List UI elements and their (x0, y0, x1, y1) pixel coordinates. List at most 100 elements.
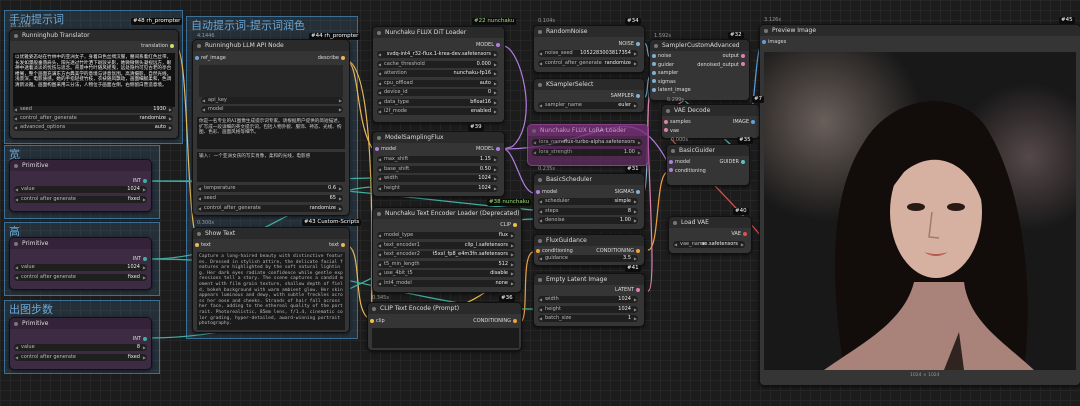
node-load-vae[interactable]: Load VAE VAE vae_nameae.safetensors (668, 216, 752, 254)
output-denoised-output[interactable]: denoised_output (697, 62, 747, 69)
input-ref-image[interactable]: ref_image (193, 55, 226, 62)
output-int[interactable]: INT (133, 178, 149, 185)
widget-model[interactable]: model (201, 106, 343, 113)
node-flux-guidance[interactable]: FluxGuidance conditioning CONDITIONING g… (533, 234, 645, 266)
widget-row[interactable]: height 1024 (377, 184, 498, 192)
node-model-sampling-flux[interactable]: ModelSamplingFlux model MODEL max_shift 1… (372, 131, 505, 197)
widget-row[interactable]: i2f_mode enabled (377, 108, 498, 115)
widget-row[interactable]: use_4bit_t5 disable (377, 270, 515, 277)
prompt-textarea[interactable]: 以优雅姿态站在竹林中的亚洲女子，身着白色丝绸汉服，腰间系着红色丝带，长发如瀑般垂… (13, 53, 175, 107)
widget-row[interactable]: lora_strength 1.00 (532, 148, 642, 156)
input-latent-image[interactable]: latent_image (650, 87, 691, 94)
widget-row[interactable]: data_type bfloat16 (377, 98, 498, 106)
widget-row[interactable]: scheduler simple (538, 198, 638, 205)
output-output[interactable]: output (723, 53, 748, 60)
node-primitive-width[interactable]: Primitive INT value 1024 control after ge… (9, 159, 152, 212)
input-samples[interactable]: samples (662, 119, 691, 126)
node-graph-canvas[interactable]: 手动提示词 自动提示词-提示词润色 宽 高 出图步数 #48 rh_prompt… (0, 0, 1080, 406)
input-noise[interactable]: noise (650, 53, 671, 60)
node-llm-api[interactable]: Runninghub LLM API Node ref_image descri… (192, 39, 350, 216)
widget-control-after-generate[interactable]: control after generate fixed (14, 354, 147, 361)
node-runninghub-translator[interactable]: Runninghub Translator translation 以优雅姿态站… (9, 29, 179, 139)
widget-api-key[interactable]: api_key (201, 97, 343, 104)
output-noise[interactable]: NOISE (619, 41, 642, 48)
input-model[interactable]: model (667, 159, 691, 166)
output-image[interactable]: IMAGE (733, 119, 757, 126)
widget-row[interactable]: guidance 3.5 (538, 255, 638, 262)
input-model[interactable]: model (534, 189, 558, 196)
output-model[interactable]: MODEL (476, 42, 502, 49)
node-random-noise[interactable]: RandomNoise NOISE noise_seed 105228300381… (533, 25, 645, 73)
output-model[interactable]: MODEL (476, 146, 502, 153)
input-guider[interactable]: guider (650, 62, 674, 69)
node-clip-text-encode[interactable]: CLIP Text Encode (Prompt) clip CONDITION… (367, 302, 522, 351)
widget-value[interactable]: value 1024 (14, 264, 147, 271)
user-prompt-textarea[interactable]: 输入: 一个亚洲女孩的写实肖像，柔和的光线，电影感 (197, 152, 345, 182)
output-describe[interactable]: describe (318, 55, 347, 62)
input-text[interactable]: text (193, 242, 211, 249)
widget-advanced-options[interactable]: advanced_options auto (13, 124, 173, 131)
input-sampler[interactable]: sampler (650, 70, 678, 77)
node-basic-scheduler[interactable]: BasicScheduler model SIGMAS scheduler sim… (533, 173, 645, 230)
output-translation[interactable]: translation (141, 43, 176, 50)
output-text-display[interactable]: Capture a long-haired beauty with distin… (197, 252, 345, 330)
node-preview-image[interactable]: Preview Image images 1024 × 1024 (759, 24, 1080, 386)
widget-control-after-generate[interactable]: control_after_generate randomize (197, 205, 343, 212)
widget-row[interactable]: noise_seed 1052283003817354 (538, 50, 638, 57)
output-vae[interactable]: VAE (731, 231, 749, 238)
widget-row[interactable]: denoise 1.00 (538, 217, 638, 224)
node-vae-decode[interactable]: VAE Decode samples vae IMAGE (661, 104, 760, 139)
generated-portrait-image[interactable] (764, 52, 1076, 370)
widget-row[interactable]: max_shift 1.15 (377, 156, 498, 163)
node-basic-guider[interactable]: BasicGuider model conditioning GUIDER (666, 144, 750, 186)
text-input[interactable] (372, 328, 519, 348)
node-flux-dit-loader[interactable]: Nunchaku FLUX DiT Loader MODEL svdq-int4… (372, 26, 505, 123)
widget-row[interactable]: cache_threshold 0.000 (377, 60, 498, 68)
output-text[interactable]: text (329, 242, 347, 249)
input-clip[interactable]: clip (368, 318, 385, 325)
widget-row[interactable]: width 1024 (377, 175, 498, 182)
widget-value[interactable]: value 8 (14, 344, 147, 351)
node-lora-loader[interactable]: Nunchaku FLUX LoRA Loader lora_nameflux-… (527, 124, 649, 166)
input-images[interactable]: images (760, 39, 786, 46)
widget-row[interactable]: text_encoder1 clip_l.safetensors (377, 241, 515, 249)
input-vae[interactable]: vae (662, 128, 679, 135)
output-int[interactable]: INT (133, 336, 149, 343)
widget-temperature[interactable]: temperature 0.6 (197, 185, 343, 192)
node-show-text[interactable]: Show Text text text Capture a long-haire… (192, 227, 350, 333)
widget-row[interactable]: vae_nameae.safetensors (673, 241, 745, 248)
widget-row[interactable]: width 1024 (538, 296, 638, 303)
output-latent[interactable]: LATENT (615, 287, 642, 294)
widget-row[interactable]: t5_min_length 512 (377, 260, 515, 268)
input-model[interactable]: model (373, 146, 397, 153)
node-primitive-steps[interactable]: Primitive INT value 8 control after gener… (9, 317, 152, 370)
widget-row[interactable]: text_encoder2 t5xxl_fp8_e4m3fn.safetensor… (377, 251, 515, 258)
widget-row[interactable]: base_shift 0.50 (377, 165, 498, 173)
output-sigmas[interactable]: SIGMAS (615, 189, 642, 196)
widget-control-after-generate[interactable]: control after generate fixed (14, 274, 147, 281)
output-sampler[interactable]: SAMPLER (611, 93, 642, 100)
input-conditioning[interactable]: conditioning (534, 248, 573, 255)
widget-row[interactable]: device_id 0 (377, 89, 498, 96)
system-prompt-textarea[interactable]: 你是一名专业的AI图像生成提示词专家。请根据用户提供的简短描述，扩写成一段详细的… (197, 117, 345, 149)
widget-row[interactable]: sampler_name euler (538, 102, 638, 109)
widget-row[interactable]: attention nunchaku-fp16 (377, 70, 498, 77)
node-primitive-height[interactable]: Primitive INT value 1024 control after ge… (9, 237, 152, 290)
output-conditioning[interactable]: CONDITIONING (473, 318, 519, 325)
widget-row[interactable]: height 1024 (538, 305, 638, 313)
output-int[interactable]: INT (133, 256, 149, 263)
widget-row[interactable]: control_after_generaterandomize (538, 59, 638, 67)
node-empty-latent-image[interactable]: Empty Latent Image LATENT width1024heigh… (533, 273, 645, 327)
widget-row[interactable]: steps 8 (538, 207, 638, 215)
widget-row[interactable]: cpu_offload auto (377, 79, 498, 87)
widget-row[interactable]: batch_size 1 (538, 315, 638, 322)
input-sigmas[interactable]: sigmas (650, 79, 676, 86)
node-sampler-custom-advanced[interactable]: SamplerCustomAdvanced noise guider sampler… (649, 39, 750, 101)
widget-row[interactable]: model_type flux (377, 232, 515, 239)
output-guider[interactable]: GUIDER (720, 159, 748, 166)
output-clip[interactable]: CLIP (500, 222, 519, 229)
widget-control-after-generate[interactable]: control_after_generate randomize (13, 115, 173, 122)
widget-seed[interactable]: seed 1930 (13, 106, 173, 113)
node-text-encoder-loader[interactable]: Nunchaku Text Encoder Loader (Deprecated… (372, 207, 522, 293)
output-conditioning[interactable]: CONDITIONING (596, 248, 642, 255)
